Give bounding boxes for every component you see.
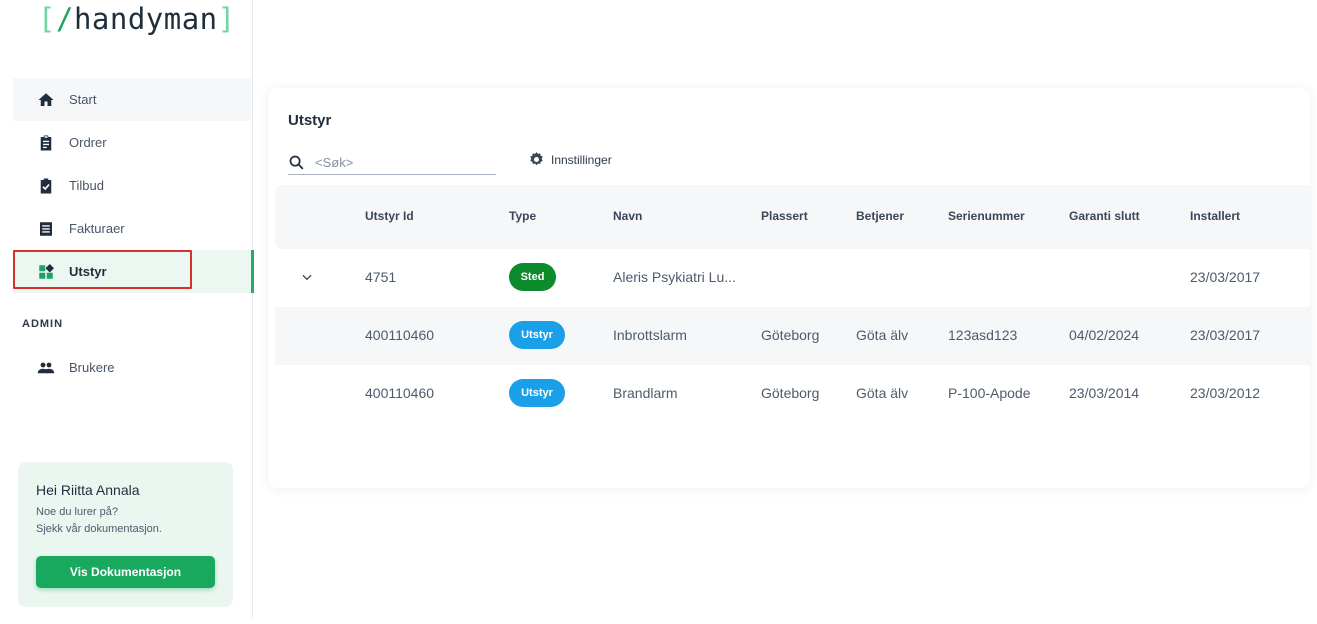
sidebar-nav: Start Ordrer Tilbud Fakturaer Utstyr	[13, 78, 254, 293]
column-header-serienummer[interactable]: Serienummer	[948, 209, 1025, 223]
cell-utstyr-id: 4751	[365, 269, 397, 285]
search-input[interactable]	[315, 154, 475, 170]
column-header-utstyr-id[interactable]: Utstyr Id	[365, 209, 414, 223]
help-title: Hei Riitta Annala	[36, 482, 140, 498]
settings-button[interactable]: Innstillinger	[528, 151, 612, 168]
sidebar-item-label: Start	[69, 92, 97, 107]
users-icon	[37, 359, 55, 377]
column-header-garanti-slutt[interactable]: Garanti slutt	[1069, 209, 1140, 223]
cell-serienummer: P-100-Apode	[948, 385, 1031, 401]
logo-word: handyman	[73, 2, 218, 36]
help-line-2: Sjekk vår dokumentasjon.	[36, 523, 162, 535]
cell-garanti-slutt: 23/03/2014	[1069, 385, 1140, 401]
cell-navn: Brandlarm	[613, 385, 678, 401]
cell-navn: Inbrottslarm	[613, 327, 687, 343]
search-icon	[289, 155, 304, 170]
cell-installert: 23/03/2012	[1190, 385, 1261, 401]
sidebar-item-label: Tilbud	[69, 178, 104, 193]
sidebar-item-label: Utstyr	[69, 264, 107, 279]
table-row[interactable]: 400110460 Utstyr Brandlarm Göteborg Göta…	[275, 365, 1310, 423]
admin-section-label: ADMIN	[22, 318, 64, 330]
search-field[interactable]	[288, 150, 496, 175]
cell-plassert: Göteborg	[761, 385, 820, 401]
column-header-navn[interactable]: Navn	[613, 209, 642, 223]
cell-serienummer: 123asd123	[948, 327, 1018, 343]
column-header-betjener[interactable]: Betjener	[856, 209, 904, 223]
app-root: [/handyman] Start Ordrer Tilbud Fakturae…	[0, 0, 1317, 624]
dashboard-icon	[37, 263, 55, 281]
home-icon	[37, 91, 55, 109]
column-header-plassert[interactable]: Plassert	[761, 209, 808, 223]
sidebar-item-label: Brukere	[69, 360, 115, 375]
sidebar-item-brukere[interactable]: Brukere	[13, 346, 251, 389]
logo-bracket-close: ]	[217, 2, 236, 36]
cell-plassert: Göteborg	[761, 327, 820, 343]
page-title: Utstyr	[288, 112, 332, 129]
sidebar-item-start[interactable]: Start	[13, 78, 251, 121]
cell-utstyr-id: 400110460	[365, 327, 435, 343]
cell-betjener: Göta älv	[856, 327, 909, 343]
table-header: Utstyr Id Type Navn Plassert Betjener Se…	[275, 185, 1310, 249]
settings-label: Innstillinger	[551, 152, 612, 167]
type-badge: Sted	[509, 263, 556, 291]
cell-garanti-slutt: 04/02/2024	[1069, 327, 1140, 343]
table-row[interactable]: 400110460 Utstyr Inbrottslarm Göteborg G…	[275, 307, 1310, 365]
sidebar-item-fakturaer[interactable]: Fakturaer	[13, 207, 251, 250]
clipboard-icon	[37, 134, 55, 152]
type-badge: Utstyr	[509, 379, 565, 407]
documentation-button[interactable]: Vis Dokumentasjon	[36, 556, 215, 588]
cell-installert: 23/03/2017	[1190, 327, 1261, 343]
logo-slash: /	[55, 2, 74, 36]
sidebar-item-label: Fakturaer	[69, 221, 125, 236]
table-row[interactable]: 4751 Sted Aleris Psykiatri Lu... 23/03/2…	[275, 249, 1310, 307]
sidebar-item-ordrer[interactable]: Ordrer	[13, 121, 251, 164]
admin-nav: Brukere	[13, 346, 251, 389]
help-panel: Hei Riitta Annala Noe du lurer på? Sjekk…	[18, 462, 233, 607]
cell-installert: 23/03/2017	[1190, 269, 1261, 285]
document-list-icon	[37, 220, 55, 238]
gear-icon	[530, 152, 543, 166]
help-line-1: Noe du lurer på?	[36, 506, 118, 518]
cell-navn: Aleris Psykiatri Lu...	[613, 269, 736, 285]
sidebar-item-tilbud[interactable]: Tilbud	[13, 164, 251, 207]
clipboard-check-icon	[37, 177, 55, 195]
equipment-card: Utstyr Innstillinger Utstyr Id Type Navn…	[268, 88, 1310, 488]
sidebar-item-utstyr[interactable]: Utstyr	[13, 250, 254, 293]
sidebar-item-label: Ordrer	[69, 135, 107, 150]
chevron-down-icon[interactable]	[300, 270, 314, 284]
type-badge: Utstyr	[509, 321, 565, 349]
cell-betjener: Göta älv	[856, 385, 909, 401]
logo-bracket-open: [	[38, 2, 56, 36]
cell-utstyr-id: 400110460	[365, 385, 435, 401]
sidebar: [/handyman] Start Ordrer Tilbud Fakturae…	[0, 0, 254, 618]
column-header-type[interactable]: Type	[509, 209, 536, 223]
logo[interactable]: [/handyman]	[38, 0, 236, 38]
column-header-installert[interactable]: Installert	[1190, 209, 1240, 223]
